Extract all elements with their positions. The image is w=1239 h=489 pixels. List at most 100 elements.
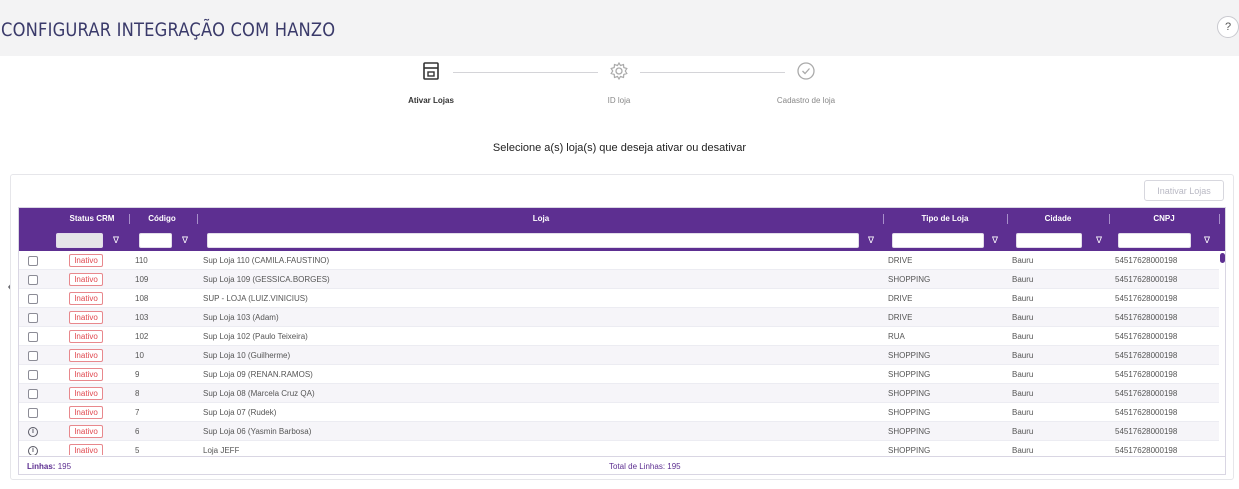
cell-cnpj: 54517628000198 [1115, 313, 1178, 322]
table-row[interactable]: Inativo 108 SUP - LOJA (LUIZ.VINICIUS) DRIV… [19, 289, 1219, 308]
row-checkbox[interactable] [28, 275, 38, 285]
cell-tipo: SHOPPING [888, 389, 931, 398]
column-header-loja[interactable]: Loja [199, 208, 883, 230]
filter-icon[interactable]: ∇ [109, 233, 123, 248]
cidade-filter-input[interactable] [1016, 233, 1082, 248]
step-id-loja[interactable]: ID loja [559, 60, 679, 105]
row-checkbox[interactable] [28, 351, 38, 361]
cell-tipo: RUA [888, 332, 905, 341]
column-separator [197, 214, 198, 224]
help-button[interactable]: ? [1217, 16, 1239, 38]
stores-panel: Inativar Lojas Status CRM Código Loja Ti… [10, 174, 1234, 480]
codigo-filter-input[interactable] [139, 233, 172, 248]
cell-codigo: 110 [135, 256, 148, 265]
grid-body: Inativo 110 Sup Loja 110 (CAMILA.FAUSTINO)… [19, 251, 1219, 455]
row-checkbox[interactable] [28, 256, 38, 266]
table-row[interactable]: Inativo 10 Sup Loja 10 (Guilherme) SHOPPING… [19, 346, 1219, 365]
filter-icon[interactable]: ∇ [1200, 233, 1214, 248]
stepper: Ativar Lojas ID loja Cadastro de loja [0, 60, 1239, 110]
cell-cnpj: 54517628000198 [1115, 256, 1178, 265]
status-badge: Inativo [69, 254, 103, 267]
table-row[interactable]: i Inativo 6 Sup Loja 06 (Yasmin Barbosa) SHO… [19, 422, 1219, 441]
cell-cidade: Bauru [1012, 389, 1034, 398]
cell-tipo: SHOPPING [888, 408, 931, 417]
table-row[interactable]: Inativo 103 Sup Loja 103 (Adam) DRIVE Bauru 5… [19, 308, 1219, 327]
cell-tipo: DRIVE [888, 294, 913, 303]
row-checkbox[interactable] [28, 332, 38, 342]
cell-cnpj: 54517628000198 [1115, 332, 1178, 341]
table-row[interactable]: Inativo 7 Sup Loja 07 (Rudek) SHOPPING Bauru… [19, 403, 1219, 422]
cell-loja: Sup Loja 103 (Adam) [203, 313, 279, 322]
row-checkbox[interactable] [28, 370, 38, 380]
cell-loja: Sup Loja 06 (Yasmin Barbosa) [203, 427, 312, 436]
status-badge: Inativo [69, 292, 103, 305]
filter-icon[interactable]: ∇ [1092, 233, 1106, 248]
row-checkbox[interactable] [28, 408, 38, 418]
column-header-cidade[interactable]: Cidade [1007, 208, 1109, 230]
tipo-filter-input[interactable] [892, 233, 984, 248]
table-row[interactable]: Inativo 110 Sup Loja 110 (CAMILA.FAUSTINO)… [19, 251, 1219, 270]
top-bar: CONFIGURAR INTEGRAÇÃO COM HANZO ? [0, 0, 1239, 56]
step-ativar-lojas[interactable]: Ativar Lojas [371, 60, 491, 105]
cell-cidade: Bauru [1012, 408, 1034, 417]
column-header-status[interactable]: Status CRM [55, 208, 129, 230]
table-row[interactable]: Inativo 9 Sup Loja 09 (RENAN.RAMOS) SHOPPIN… [19, 365, 1219, 384]
cell-cnpj: 54517628000198 [1115, 370, 1178, 379]
total-linhas-label: Total de Linhas: [609, 462, 666, 471]
row-checkbox[interactable] [28, 389, 38, 399]
info-icon[interactable]: i [28, 427, 38, 437]
column-separator [1219, 214, 1220, 224]
cell-cidade: Bauru [1012, 313, 1034, 322]
cell-cnpj: 54517628000198 [1115, 408, 1178, 417]
check-circle-icon [797, 62, 815, 80]
cell-cidade: Bauru [1012, 275, 1034, 284]
cell-codigo: 109 [135, 275, 149, 284]
step-label: ID loja [607, 96, 631, 105]
table-row[interactable]: i Inativo 5 Loja JEFF SHOPPING Bauru 545176280… [19, 441, 1219, 455]
cell-tipo: SHOPPING [888, 275, 931, 284]
loja-filter-input[interactable] [207, 233, 859, 248]
step-cadastro-de-loja[interactable]: Cadastro de loja [746, 60, 866, 105]
status-filter-input[interactable] [56, 233, 103, 248]
cell-cidade: Bauru [1012, 351, 1034, 360]
column-header-codigo[interactable]: Código [129, 208, 195, 230]
cell-loja: Sup Loja 102 (Paulo Teixeira) [203, 332, 308, 341]
filter-icon[interactable]: ∇ [178, 233, 192, 248]
cell-tipo: SHOPPING [888, 427, 931, 436]
cell-cidade: Bauru [1012, 256, 1034, 265]
cell-loja: Sup Loja 109 (GESSICA.BORGES) [203, 275, 330, 284]
cell-loja: Sup Loja 110 (CAMILA.FAUSTINO) [203, 256, 330, 265]
status-badge: Inativo [69, 273, 103, 286]
cnpj-filter-input[interactable] [1118, 233, 1191, 248]
scrollbar-thumb[interactable] [1220, 253, 1225, 263]
gear-icon [610, 61, 628, 81]
cell-cnpj: 54517628000198 [1115, 275, 1178, 284]
table-row[interactable]: Inativo 109 Sup Loja 109 (GESSICA.BORGES) S… [19, 270, 1219, 289]
status-badge: Inativo [69, 387, 103, 400]
vertical-scrollbar[interactable] [1219, 251, 1225, 455]
table-row[interactable]: Inativo 8 Sup Loja 08 (Marcela Cruz QA) SHO… [19, 384, 1219, 403]
cell-codigo: 7 [135, 408, 140, 417]
status-badge: Inativo [69, 444, 103, 455]
grid-footer: Linhas: 195 Total de Linhas: 195 [19, 456, 1225, 474]
inativar-lojas-button[interactable]: Inativar Lojas [1144, 180, 1224, 201]
status-badge: Inativo [69, 425, 103, 438]
row-checkbox[interactable] [28, 313, 38, 323]
cell-codigo: 103 [135, 313, 149, 322]
cell-tipo: DRIVE [888, 256, 913, 265]
status-badge: Inativo [69, 311, 103, 324]
status-badge: Inativo [69, 406, 103, 419]
filter-icon[interactable]: ∇ [864, 233, 878, 248]
filter-icon[interactable]: ∇ [988, 233, 1002, 248]
cell-loja: Sup Loja 07 (Rudek) [203, 408, 277, 417]
cell-codigo: 10 [135, 351, 144, 360]
table-row[interactable]: Inativo 102 Sup Loja 102 (Paulo Teixeira) R… [19, 327, 1219, 346]
column-header-tipo[interactable]: Tipo de Loja [883, 208, 1007, 230]
cell-cidade: Bauru [1012, 427, 1034, 436]
info-icon[interactable]: i [28, 446, 38, 455]
row-checkbox[interactable] [28, 294, 38, 304]
cell-loja: Sup Loja 10 (Guilherme) [203, 351, 291, 360]
column-header-cnpj[interactable]: CNPJ [1109, 208, 1219, 230]
cell-loja: Loja JEFF [203, 446, 240, 455]
cell-cidade: Bauru [1012, 370, 1034, 379]
